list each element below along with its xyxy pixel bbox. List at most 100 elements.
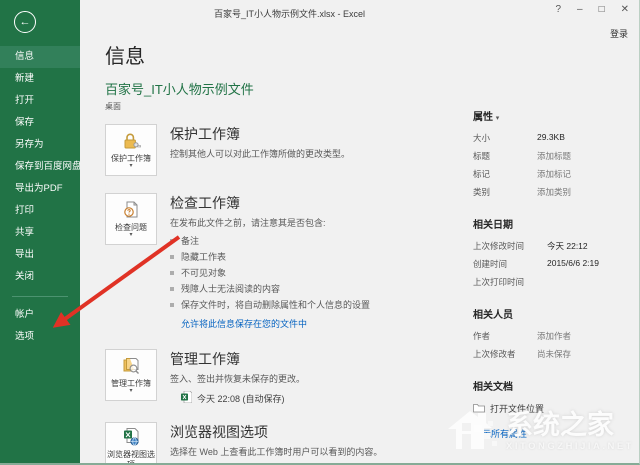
related-documents-heading: 相关文档 [473,382,513,393]
manage-section-text: 管理工作簿 签入、签出并恢复未保存的更改。 今天 22:08 (自动保存) [170,349,305,405]
bullet-icon [170,270,174,275]
sidebar-item-share[interactable]: 共享 [0,222,80,244]
close-icon[interactable]: ✕ [621,4,629,15]
watermark-url: XITONGZHIJIA.NET [506,440,634,452]
browser-section-title: 浏览器视图选项 [170,424,268,441]
property-label: 类别 [473,187,491,197]
add-category-field[interactable]: 添加类别 [537,186,571,198]
list-item: 保存文件时，将自动删除属性和个人信息的设置 [170,298,370,311]
properties-heading-label: 属性 [473,112,493,123]
bullet-text: 备注 [181,236,200,247]
browser-section-desc: 选择在 Web 上查看此工作簿时用户可以看到的内容。 [170,447,383,458]
properties-panel: 属性 ▾ 大小 29.3KB 标题 添加标题 标记 添加标记 类别 添加类别 相… [473,108,639,440]
property-row-size: 大小 29.3KB [473,132,639,144]
watermark: 系统之家 XITONGZHIJIA.NET [444,403,634,460]
sidebar-divider [12,296,68,297]
sidebar-item-print[interactable]: 打印 [0,200,80,222]
protect-button-label: 保护工作簿 [111,153,151,163]
check-for-issues-button[interactable]: 检查问题 ▾ [105,193,157,245]
date-row-printed: 上次打印时间 [473,276,639,288]
people-row-author: 作者 添加作者 [473,330,639,342]
sidebar-item-save-baidu[interactable]: 保存到百度网盘 [0,156,80,178]
inspect-section-text: 检查工作簿 在发布此文件之前，请注意其是否包含: 备注 隐藏工作表 不可见对象 … [170,193,370,332]
maximize-icon[interactable]: □ [599,4,605,15]
related-people-heading: 相关人员 [473,310,513,321]
inspect-bullet-list: 备注 隐藏工作表 不可见对象 残障人士无法阅读的内容 保存文件时，将自动删除属性… [170,234,370,311]
watermark-name: 系统之家 [506,409,615,440]
protect-workbook-button[interactable]: 保护工作簿 ▾ [105,124,157,176]
list-item: 隐藏工作表 [170,250,370,263]
manage-button-label: 管理工作簿 [111,378,151,388]
sidebar-item-export-pdf[interactable]: 导出为PDF [0,178,80,200]
protect-section-text: 保护工作簿 控制其他人可以对此工作簿所做的更改类型。 [170,124,350,160]
watermark-house-icon [444,403,502,460]
inspect-document-icon [121,200,141,223]
add-tag-field[interactable]: 添加标记 [537,168,571,180]
window-controls: ? – □ ✕ [555,4,629,15]
property-label: 上次修改者 [473,349,516,359]
properties-heading[interactable]: 属性 ▾ [473,108,639,123]
property-label: 上次打印时间 [473,277,525,287]
bullet-text: 残障人士无法阅读的内容 [181,284,281,295]
sidebar-item-save[interactable]: 保存 [0,112,80,134]
list-item: 残障人士无法阅读的内容 [170,282,370,295]
property-label: 上次修改时间 [473,241,525,251]
property-label: 标记 [473,169,491,179]
backstage-sidebar: ← 信息 新建 打开 保存 另存为 保存到百度网盘 导出为PDF 打印 共享 导… [0,0,80,463]
manage-section-title: 管理工作簿 [170,351,240,368]
allow-info-save-link[interactable]: 允许将此信息保存在您的文件中 [181,317,307,330]
watermark-text: 系统之家 XITONGZHIJIA.NET [506,409,634,452]
date-row-created: 创建时间 2015/6/6 2:19 [473,258,639,270]
protect-section-desc: 控制其他人可以对此工作簿所做的更改类型。 [170,149,351,159]
sidebar-item-export[interactable]: 导出 [0,244,80,266]
property-value: 2015/6/6 2:19 [547,258,599,268]
workbook-filename: 百家号_IT小人物示例文件 [105,82,254,97]
sidebar-item-account[interactable]: 帐户 [0,304,80,326]
bullet-icon [170,238,174,243]
sidebar-item-info[interactable]: 信息 [0,46,80,68]
property-label: 大小 [473,133,491,143]
back-button[interactable]: ← [14,11,36,33]
help-icon[interactable]: ? [555,4,561,15]
autosave-version-item[interactable]: 今天 22:08 (自动保存) [181,390,305,405]
manage-workbook-button[interactable]: 管理工作簿 ▾ [105,349,157,402]
property-value: 尚未保存 [537,349,572,359]
browser-view-options-section: 浏览器视图选项 浏览器视图选项 选择在 Web 上查看此工作簿时用户可以看到的内… [105,422,475,465]
excel-file-icon [181,390,193,405]
protect-workbook-section: 保护工作簿 ▾ 保护工作簿 控制其他人可以对此工作簿所做的更改类型。 [105,124,475,176]
bullet-text: 不可见对象 [181,268,227,279]
browser-button-label: 浏览器视图选项 [107,449,155,465]
sidebar-item-options[interactable]: 选项 [0,326,80,348]
lock-icon [121,131,142,154]
related-dates-heading: 相关日期 [473,220,513,231]
chevron-down-icon: ▾ [129,163,133,170]
inspect-button-label: 检查问题 [115,222,147,232]
bullet-icon [170,254,174,259]
property-row-tags: 标记 添加标记 [473,168,639,180]
browser-view-options-button[interactable]: 浏览器视图选项 [105,422,157,465]
list-item: 备注 [170,234,370,247]
manage-versions-icon [121,356,141,379]
manage-workbook-section: 管理工作簿 ▾ 管理工作簿 签入、签出并恢复未保存的更改。 今天 22:08 (… [105,349,475,405]
property-row-categories: 类别 添加类别 [473,186,639,198]
chevron-down-icon: ▾ [495,115,500,122]
sidebar-item-new[interactable]: 新建 [0,68,80,90]
sidebar-item-saveas[interactable]: 另存为 [0,134,80,156]
people-row-last-modified-by: 上次修改者 尚未保存 [473,348,639,360]
title-bar: 百家号_IT小人物示例文件.xlsx - Excel ? – □ ✕ 登录 [80,0,639,39]
minimize-icon[interactable]: – [577,4,583,15]
property-label: 作者 [473,331,491,341]
sidebar-item-close[interactable]: 关闭 [0,266,80,288]
chevron-down-icon: ▾ [129,388,133,395]
sidebar-item-open[interactable]: 打开 [0,90,80,112]
add-author-field[interactable]: 添加作者 [537,330,571,342]
add-title-field[interactable]: 添加标题 [537,150,571,162]
bullet-text: 保存文件时，将自动删除属性和个人信息的设置 [181,300,371,311]
page-title: 信息 [105,46,145,68]
excel-backstage-window: 百家号_IT小人物示例文件.xlsx - Excel ? – □ ✕ 登录 ← … [0,0,640,465]
protect-section-title: 保护工作簿 [170,126,240,142]
bullet-text: 隐藏工作表 [181,252,227,263]
bullet-icon [170,286,174,291]
autosave-version-label: 今天 22:08 (自动保存) [197,393,285,404]
list-item: 不可见对象 [170,266,370,279]
